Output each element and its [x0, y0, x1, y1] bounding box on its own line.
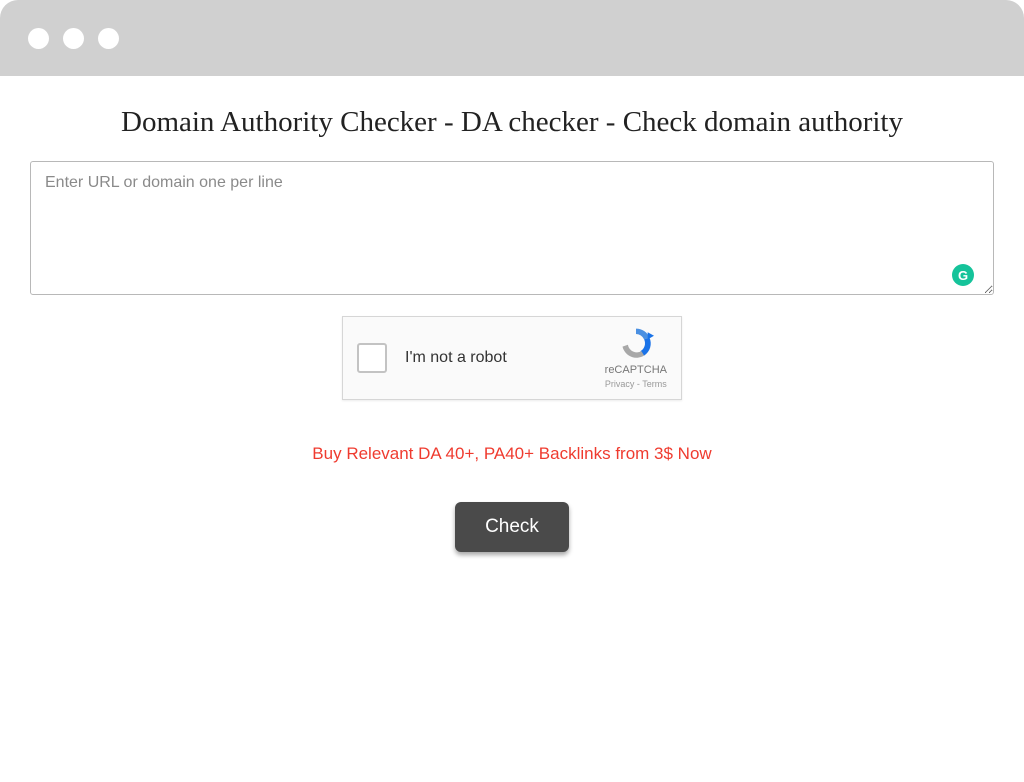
recaptcha-links[interactable]: Privacy - Terms	[605, 378, 667, 391]
browser-chrome	[0, 0, 1024, 76]
promo-link[interactable]: Buy Relevant DA 40+, PA40+ Backlinks fro…	[30, 444, 994, 464]
recaptcha-icon	[617, 325, 655, 361]
window-control-dot	[98, 28, 119, 49]
page-content: Domain Authority Checker - DA checker - …	[0, 76, 1024, 552]
window-control-dot	[63, 28, 84, 49]
url-input-wrapper: G	[30, 161, 994, 300]
recaptcha-branding: reCAPTCHA Privacy - Terms	[605, 325, 667, 391]
window-control-dot	[28, 28, 49, 49]
recaptcha-widget: I'm not a robot reCAPTCHA Privacy - Term…	[342, 316, 682, 400]
check-button[interactable]: Check	[455, 502, 569, 552]
recaptcha-label: I'm not a robot	[405, 349, 605, 367]
recaptcha-brand-text: reCAPTCHA	[605, 363, 667, 378]
recaptcha-checkbox[interactable]	[357, 343, 387, 373]
grammarly-icon[interactable]: G	[952, 264, 974, 286]
url-input[interactable]	[30, 161, 994, 295]
page-title: Domain Authority Checker - DA checker - …	[30, 106, 994, 139]
